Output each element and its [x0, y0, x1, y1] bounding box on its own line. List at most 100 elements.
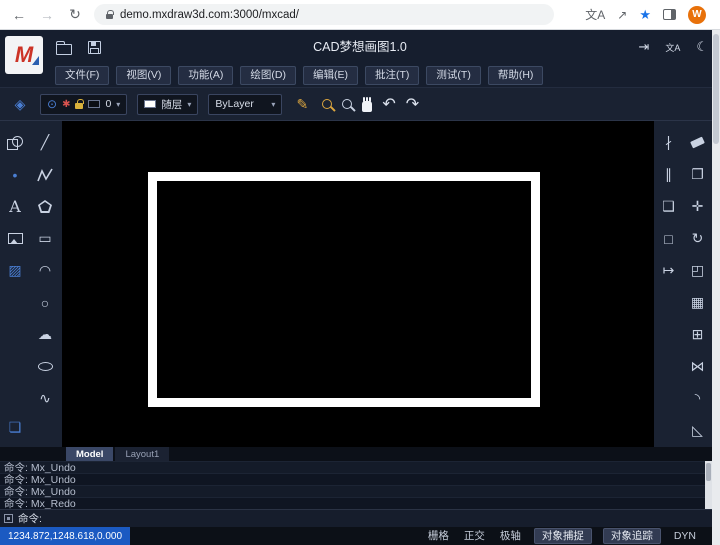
linetype-dropdown[interactable]: ByLayer ▾ [208, 93, 283, 115]
circle-tool-icon[interactable]: ○ [34, 291, 57, 314]
solids-tool-icon[interactable]: ❑ [657, 195, 680, 218]
image-tool-icon[interactable] [4, 227, 27, 250]
current-color-swatch [144, 100, 157, 108]
url-text: demo.mxdraw3d.com:3000/mxcad/ [120, 8, 299, 21]
draw-tool-column-2: ╱ ▭ ◠ ○ ☁ ∿ [30, 121, 60, 447]
browser-forward-icon[interactable]: → [38, 7, 56, 23]
modify-tool-column-1: ∤ ∥ ❑ □ ↦ [654, 121, 683, 447]
menu-view[interactable]: 视图(V) [116, 66, 172, 85]
revision-cloud-tool-icon[interactable]: ☁ [34, 323, 57, 346]
menu-help[interactable]: 帮助(H) [487, 66, 544, 85]
dark-mode-icon[interactable]: ☾ [696, 39, 708, 55]
chamfer-tool-icon[interactable]: ◺ [686, 419, 709, 442]
menu-file[interactable]: 文件(F) [55, 66, 110, 85]
translate-icon[interactable]: 文A [585, 6, 605, 23]
copy-tool-icon[interactable]: ❐ [686, 163, 709, 186]
command-input[interactable]: 命令: [0, 509, 712, 527]
color-dropdown[interactable]: 随层 ▾ [137, 93, 199, 115]
zoom-window-icon[interactable] [342, 99, 353, 109]
current-layer-name: 0 [105, 98, 112, 110]
redo-icon[interactable]: ↷ [406, 94, 419, 114]
app-logo: M [5, 36, 43, 74]
share-icon[interactable]: ↗ [617, 8, 627, 22]
toggle-grid[interactable]: 栅格 [426, 529, 451, 544]
viewport-tool-icon[interactable]: □ [657, 227, 680, 250]
login-icon[interactable]: ⇥ [638, 39, 649, 55]
bookmark-star-icon[interactable]: ★ [639, 7, 651, 23]
polyline-tool-icon[interactable] [34, 163, 57, 186]
construction-line-icon[interactable]: ∤ [657, 131, 680, 154]
toggle-polar[interactable]: 极轴 [498, 529, 523, 544]
undo-icon[interactable]: ↶ [382, 94, 395, 114]
browser-reload-icon[interactable]: ↻ [66, 6, 84, 23]
menu-function[interactable]: 功能(A) [178, 66, 234, 85]
layer-freeze-icon[interactable]: ✱ [62, 99, 70, 110]
mirror-tool-icon[interactable]: ⋈ [686, 355, 709, 378]
rotate-tool-icon[interactable]: ↻ [686, 227, 709, 250]
layout-tabs-bar: Model Layout1 [0, 447, 712, 461]
scale-tool-icon[interactable]: ◰ [686, 259, 709, 282]
browser-chrome: ← → ↻ demo.mxdraw3d.com:3000/mxcad/ 文A ↗… [0, 0, 720, 30]
toggle-otrack[interactable]: 对象追踪 [602, 527, 661, 545]
command-history-line: 命令: Mx_Redo [0, 497, 712, 510]
pentagon-glyph [38, 200, 52, 213]
browser-back-icon[interactable]: ← [10, 7, 28, 23]
layer-manager-icon[interactable]: ◈ [10, 96, 30, 113]
command-prompt-label: 命令: [18, 513, 42, 525]
command-scrollbar-thumb[interactable] [706, 463, 711, 481]
arc-tool-icon[interactable]: ◠ [34, 259, 57, 282]
menu-draw[interactable]: 绘图(D) [240, 66, 296, 85]
draw-pen-icon[interactable]: ✎ [292, 96, 312, 113]
toggle-osnap[interactable]: 对象捕捉 [533, 527, 592, 545]
layer-dropdown[interactable]: ⊙ ✱ 0 ▾ [40, 93, 128, 115]
hatch-tool-icon[interactable]: ▨ [4, 259, 27, 282]
command-history[interactable]: 命令: Mx_Undo 命令: Mx_Undo 命令: Mx_Undo 命令: … [0, 461, 712, 510]
address-bar[interactable]: demo.mxdraw3d.com:3000/mxcad/ [94, 4, 554, 25]
save-file-icon[interactable] [88, 40, 101, 54]
command-prompt-icon [4, 514, 13, 523]
modify-tool-column-2: ❐ ✛ ↻ ◰ ▦ ⊞ ⋈ ◝ ◺ [683, 121, 712, 447]
ellipse-tool-icon[interactable] [34, 355, 57, 378]
toggle-ortho[interactable]: 正交 [462, 529, 487, 544]
menu-annotate[interactable]: 批注(T) [365, 66, 420, 85]
layer-visibility-icon[interactable]: ⊙ [47, 97, 57, 111]
pan-hand-icon[interactable] [362, 96, 373, 112]
block-insert-icon[interactable]: ❏ [4, 416, 27, 439]
offset-tool-icon[interactable]: ∥ [657, 163, 680, 186]
polygon-tool-icon[interactable] [34, 195, 57, 218]
extend-tool-icon[interactable]: ↦ [657, 259, 680, 282]
drawn-rectangle[interactable] [148, 172, 540, 407]
ellipse-glyph [37, 362, 53, 371]
tile-viewports-icon[interactable]: ⊞ [686, 323, 709, 346]
language-icon[interactable]: 文A [665, 41, 680, 54]
zoom-extents-icon[interactable] [322, 99, 333, 109]
draw-shapes-icon[interactable] [4, 131, 27, 154]
array-tool-icon[interactable]: ▦ [686, 291, 709, 314]
menu-test[interactable]: 测试(T) [426, 66, 481, 85]
tab-layout1[interactable]: Layout1 [115, 447, 170, 461]
rectangle-tool-icon[interactable]: ▭ [34, 227, 57, 250]
profile-avatar[interactable]: W [688, 5, 706, 24]
layer-color-swatch [88, 100, 101, 108]
text-tool-icon[interactable]: A [4, 195, 27, 218]
move-tool-icon[interactable]: ✛ [686, 195, 709, 218]
window-scrollbar[interactable] [712, 30, 720, 545]
command-scrollbar[interactable] [705, 461, 712, 509]
point-tool-icon[interactable]: • [4, 163, 27, 186]
tab-model[interactable]: Model [66, 447, 114, 461]
layer-lock-icon[interactable] [75, 98, 84, 109]
command-history-line: 命令: Mx_Undo [0, 461, 712, 474]
command-history-line: 命令: Mx_Undo [0, 485, 712, 498]
menu-edit[interactable]: 编辑(E) [303, 66, 358, 85]
open-file-icon[interactable] [55, 40, 72, 55]
window-scrollbar-thumb[interactable] [713, 34, 719, 144]
draw-tool-panel: • A ▨ ❏ ╱ ▭ ◠ ○ ☁ ∿ [0, 121, 62, 447]
side-panel-icon[interactable] [663, 9, 676, 20]
spline-tool-icon[interactable]: ∿ [34, 387, 57, 410]
toggle-dyn[interactable]: DYN [672, 529, 698, 544]
line-tool-icon[interactable]: ╱ [34, 131, 57, 154]
fillet-tool-icon[interactable]: ◝ [686, 387, 709, 410]
drawing-canvas[interactable] [62, 121, 654, 447]
erase-tool-icon[interactable] [686, 131, 709, 154]
current-color-name: 随层 [161, 98, 183, 111]
